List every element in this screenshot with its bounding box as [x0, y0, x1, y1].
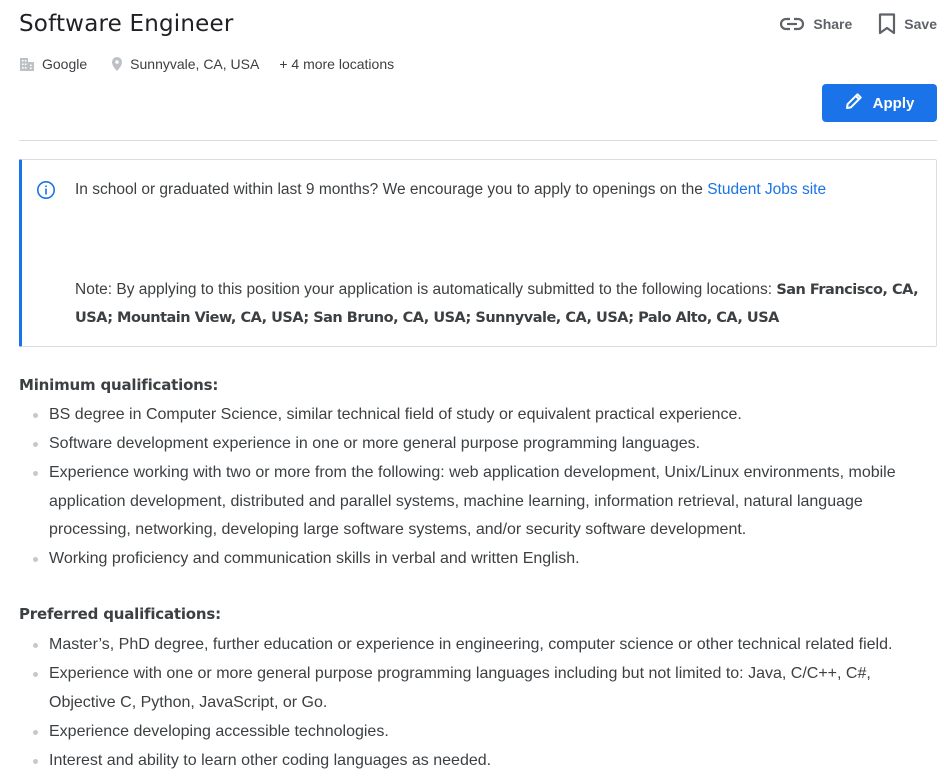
- location-pin-icon: [111, 56, 123, 72]
- job-meta: Google Sunnyvale, CA, USA + 4 more locat…: [19, 54, 394, 74]
- list-item: Working proficiency and communication sk…: [33, 545, 930, 574]
- preferred-qualifications-list: Master’s, PhD degree, further education …: [19, 631, 930, 776]
- preferred-qualifications-heading: Preferred qualifications:: [19, 605, 221, 623]
- save-label: Save: [904, 16, 937, 32]
- student-notice-message: In school or graduated within last 9 mon…: [75, 181, 708, 198]
- student-jobs-link[interactable]: Student Jobs site: [707, 181, 826, 198]
- list-item: Experience developing accessible technol…: [33, 718, 930, 747]
- share-label: Share: [813, 16, 853, 32]
- company-info: Google: [19, 56, 87, 72]
- share-button[interactable]: Share: [779, 9, 852, 39]
- link-icon: [779, 17, 805, 31]
- apply-button[interactable]: Apply: [822, 84, 937, 122]
- save-button[interactable]: Save: [878, 9, 937, 39]
- apply-label: Apply: [872, 94, 915, 112]
- list-item: Software development experience in one o…: [33, 430, 930, 459]
- pencil-icon: [845, 92, 863, 114]
- bookmark-icon: [878, 13, 896, 35]
- list-item: BS degree in Computer Science, similar t…: [33, 401, 930, 430]
- minimum-qualifications-heading: Minimum qualifications:: [19, 376, 219, 394]
- company-name: Google: [42, 56, 88, 72]
- more-locations-link[interactable]: + 4 more locations: [279, 56, 394, 72]
- list-item: Experience with one or more general purp…: [33, 660, 930, 717]
- list-item: Interest and ability to learn other codi…: [33, 747, 930, 776]
- building-icon: [19, 57, 35, 72]
- student-notice: In school or graduated within last 9 mon…: [19, 159, 937, 347]
- top-actions: Share Save: [779, 9, 937, 39]
- minimum-qualifications-list: BS degree in Computer Science, similar t…: [19, 401, 930, 574]
- info-icon: [36, 180, 56, 205]
- list-item: Master’s, PhD degree, further education …: [33, 631, 930, 660]
- locations-note-prefix: Note: By applying to this position your …: [75, 281, 777, 298]
- list-item: Experience working with two or more from…: [33, 459, 930, 545]
- job-title: Software Engineer: [19, 11, 234, 37]
- header-divider: [19, 140, 937, 141]
- location-name: Sunnyvale, CA, USA: [130, 56, 260, 72]
- locations-note: Note: By applying to this position your …: [75, 276, 922, 332]
- location-info: Sunnyvale, CA, USA: [111, 56, 259, 72]
- student-notice-text: In school or graduated within last 9 mon…: [75, 180, 826, 200]
